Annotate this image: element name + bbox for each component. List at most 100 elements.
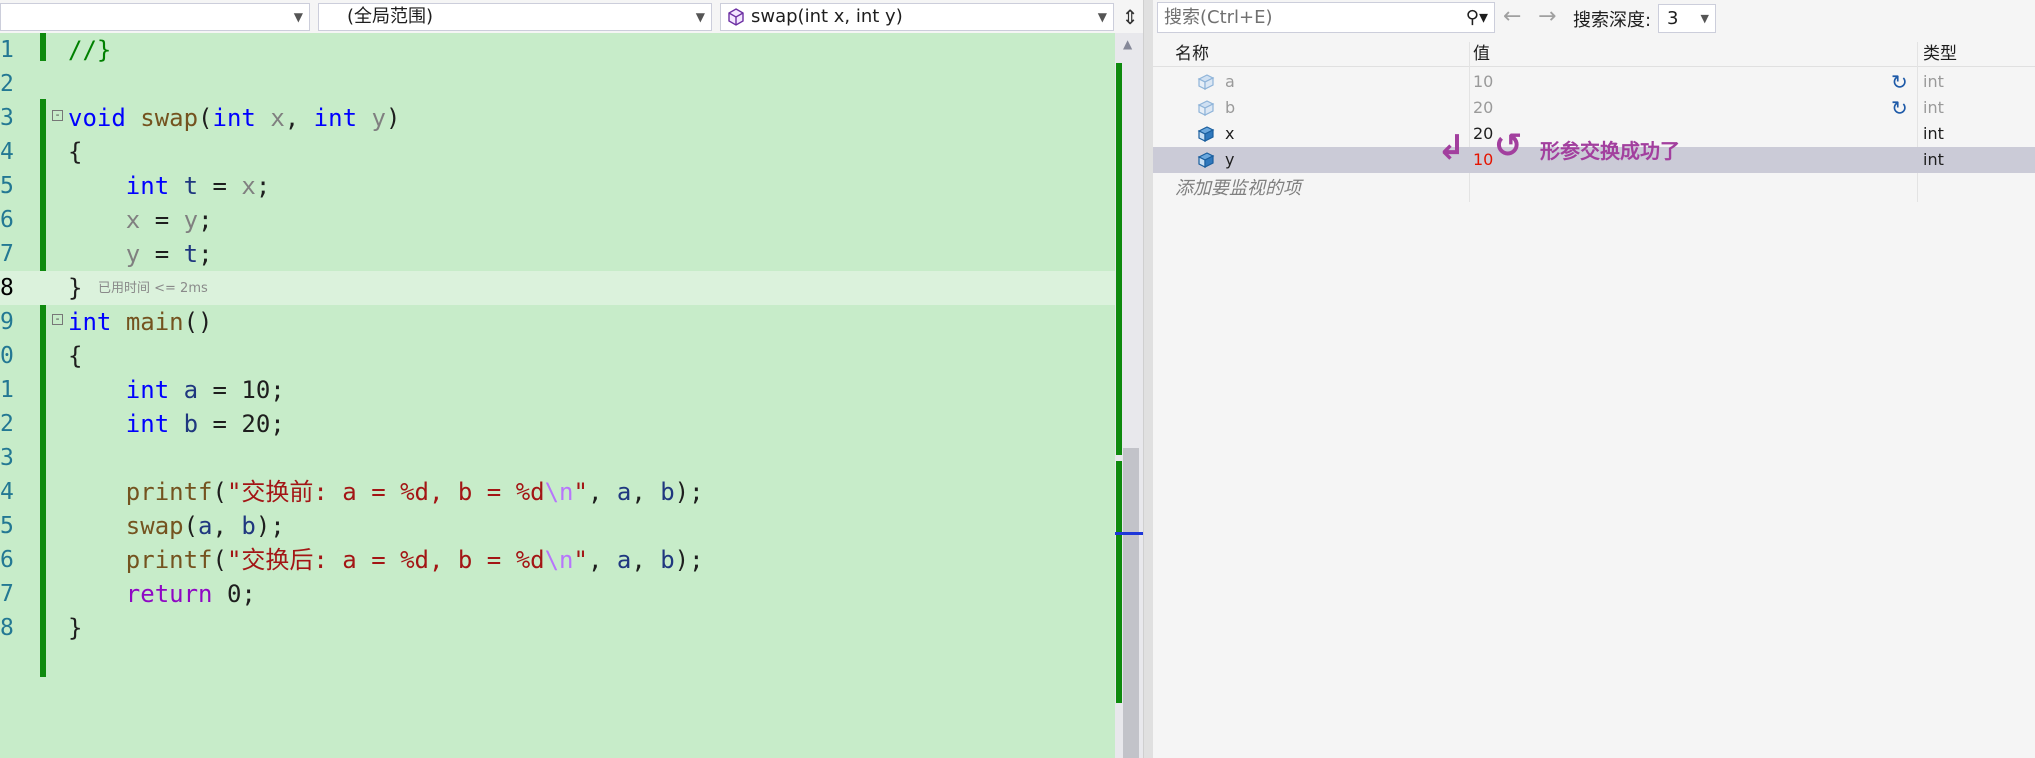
code-line: 5 swap(a, b); [0,509,1115,543]
code-line: 2 int b = 20; [0,407,1115,441]
code-line-current: 8} 已用时间 <= 2ms [0,271,1115,305]
code-line: 2 [0,67,1115,101]
split-editor-icon[interactable]: ⇕ [1118,3,1142,31]
watch-type: int [1923,72,1944,91]
variable-icon [1197,74,1215,90]
scroll-caret-marker [1115,532,1143,535]
code-line: 1 //} [0,33,1115,67]
code-text: } [68,614,83,642]
watch-value[interactable]: 10 [1473,147,1493,173]
chevron-down-icon: ▼ [695,10,705,24]
variable-icon [1197,100,1215,116]
code-line: 7 return 0; [0,577,1115,611]
watch-value[interactable]: 20 [1473,95,1493,121]
code-line: 4 printf("交换前: a = %d, b = %d\n", a, b); [0,475,1115,509]
perf-tip: 已用时间 <= 2ms [98,281,208,296]
refresh-icon[interactable]: ↻ [1891,69,1908,95]
code-text: swap(a, b); [125,512,285,540]
scroll-change-marker [1116,63,1122,455]
collapse-icon[interactable]: - [52,109,63,121]
line-number: 2 [0,71,14,97]
column-header-name[interactable]: 名称 [1175,42,1209,66]
code-text: y = t; [125,240,213,268]
code-line: 3 - void swap(int x, int y) [0,101,1115,135]
watch-row[interactable]: b 20 ↻ int [1153,95,2035,121]
annotation-text: 形参交换成功了 [1540,139,1680,163]
code-text: int a = 10; [125,376,285,404]
line-number: 3 [0,105,14,131]
scroll-change-marker [1116,461,1122,703]
line-number: 7 [0,241,14,267]
code-text: //} [68,36,112,64]
line-number: 6 [0,547,14,573]
code-line: 1 int a = 10; [0,373,1115,407]
add-watch-item[interactable]: 添加要监视的项 [1175,174,1301,200]
watch-name: b [1225,98,1236,117]
watch-name: a [1225,72,1235,91]
line-number: 7 [0,581,14,607]
member-combo[interactable]: swap(int x, int y) ▼ [720,3,1114,31]
search-placeholder: 搜索(Ctrl+E) [1164,7,1273,28]
search-icon[interactable]: ⚲▾ [1466,3,1488,32]
code-text: x = y; [125,206,213,234]
code-line: 6 x = y; [0,203,1115,237]
code-text: return 0; [125,580,256,608]
code-text: { [68,138,83,166]
watch-type: int [1923,150,1944,169]
line-number: 8 [0,275,14,301]
code-text: int b = 20; [125,410,285,438]
watch-value[interactable]: 10 [1473,69,1493,95]
scope-combo[interactable]: (全局范围) ▼ [318,3,712,31]
code-line: 4{ [0,135,1115,169]
line-number: 0 [0,343,14,369]
watch-type: int [1923,124,1944,143]
column-header-value[interactable]: 值 [1473,42,1490,66]
watch-name: x [1225,124,1235,143]
refresh-icon[interactable]: ↻ [1891,95,1908,121]
watch-row[interactable]: a 10 ↻ int [1153,69,2035,95]
watch-search-input[interactable]: 搜索(Ctrl+E) ⚲▾ [1157,2,1495,33]
line-number: 5 [0,513,14,539]
watch-value[interactable]: 20 [1473,121,1493,147]
curved-arrow-down-icon: ↲ [1437,128,1466,168]
code-text: void swap(int x, int y) [68,104,401,132]
pane-splitter[interactable] [1143,0,1153,758]
watch-type: int [1923,98,1944,117]
line-number: 1 [0,377,14,403]
member-combo-value: swap(int x, int y) [751,6,903,27]
line-number: 1 [0,37,14,63]
arrow-right-icon[interactable]: → [1538,4,1556,29]
chevron-down-icon: ▼ [293,10,303,24]
collapse-icon[interactable]: - [52,313,63,325]
watch-name: y [1225,150,1235,169]
variable-icon [1197,126,1215,142]
line-number: 4 [0,139,14,165]
chevron-down-icon: ▼ [1700,12,1709,25]
method-icon [728,8,744,26]
line-number: 2 [0,411,14,437]
chevron-down-icon: ▼ [1097,10,1107,24]
search-depth-select[interactable]: 3 ▼ [1658,4,1716,33]
code-line: 3 [0,441,1115,475]
code-line: 8} [0,611,1115,645]
editor-navigation-bar: ▼ (全局范围) ▼ swap(int x, int y) ▼ ⇕ [0,0,1143,33]
code-text: int main() [68,308,213,336]
code-line: 0{ [0,339,1115,373]
scroll-up-icon[interactable]: ▲ [1123,37,1132,51]
line-number: 6 [0,207,14,233]
line-number: 4 [0,479,14,505]
column-header-type[interactable]: 类型 [1923,42,1957,66]
line-number: 3 [0,445,14,471]
project-combo[interactable]: ▼ [0,3,310,31]
line-number: 5 [0,173,14,199]
code-line: 9 - int main() [0,305,1115,339]
code-editor[interactable]: 1//} 2 3- void swap(int x, int y) 4{ 5 in… [0,33,1115,758]
editor-scrollbar[interactable]: ▲ [1115,33,1143,758]
scroll-thumb[interactable] [1123,448,1139,758]
watch-window: 搜索(Ctrl+E) ⚲▾ ← → 搜索深度: 3 ▼ 名称 值 类型 a 10… [1153,0,2035,758]
arrow-left-icon[interactable]: ← [1503,4,1521,29]
code-line: 6 printf("交换后: a = %d, b = %d\n", a, b); [0,543,1115,577]
code-line: 5 int t = x; [0,169,1115,203]
variable-icon [1197,152,1215,168]
curved-arrow-up-icon: ↺ [1494,126,1523,166]
